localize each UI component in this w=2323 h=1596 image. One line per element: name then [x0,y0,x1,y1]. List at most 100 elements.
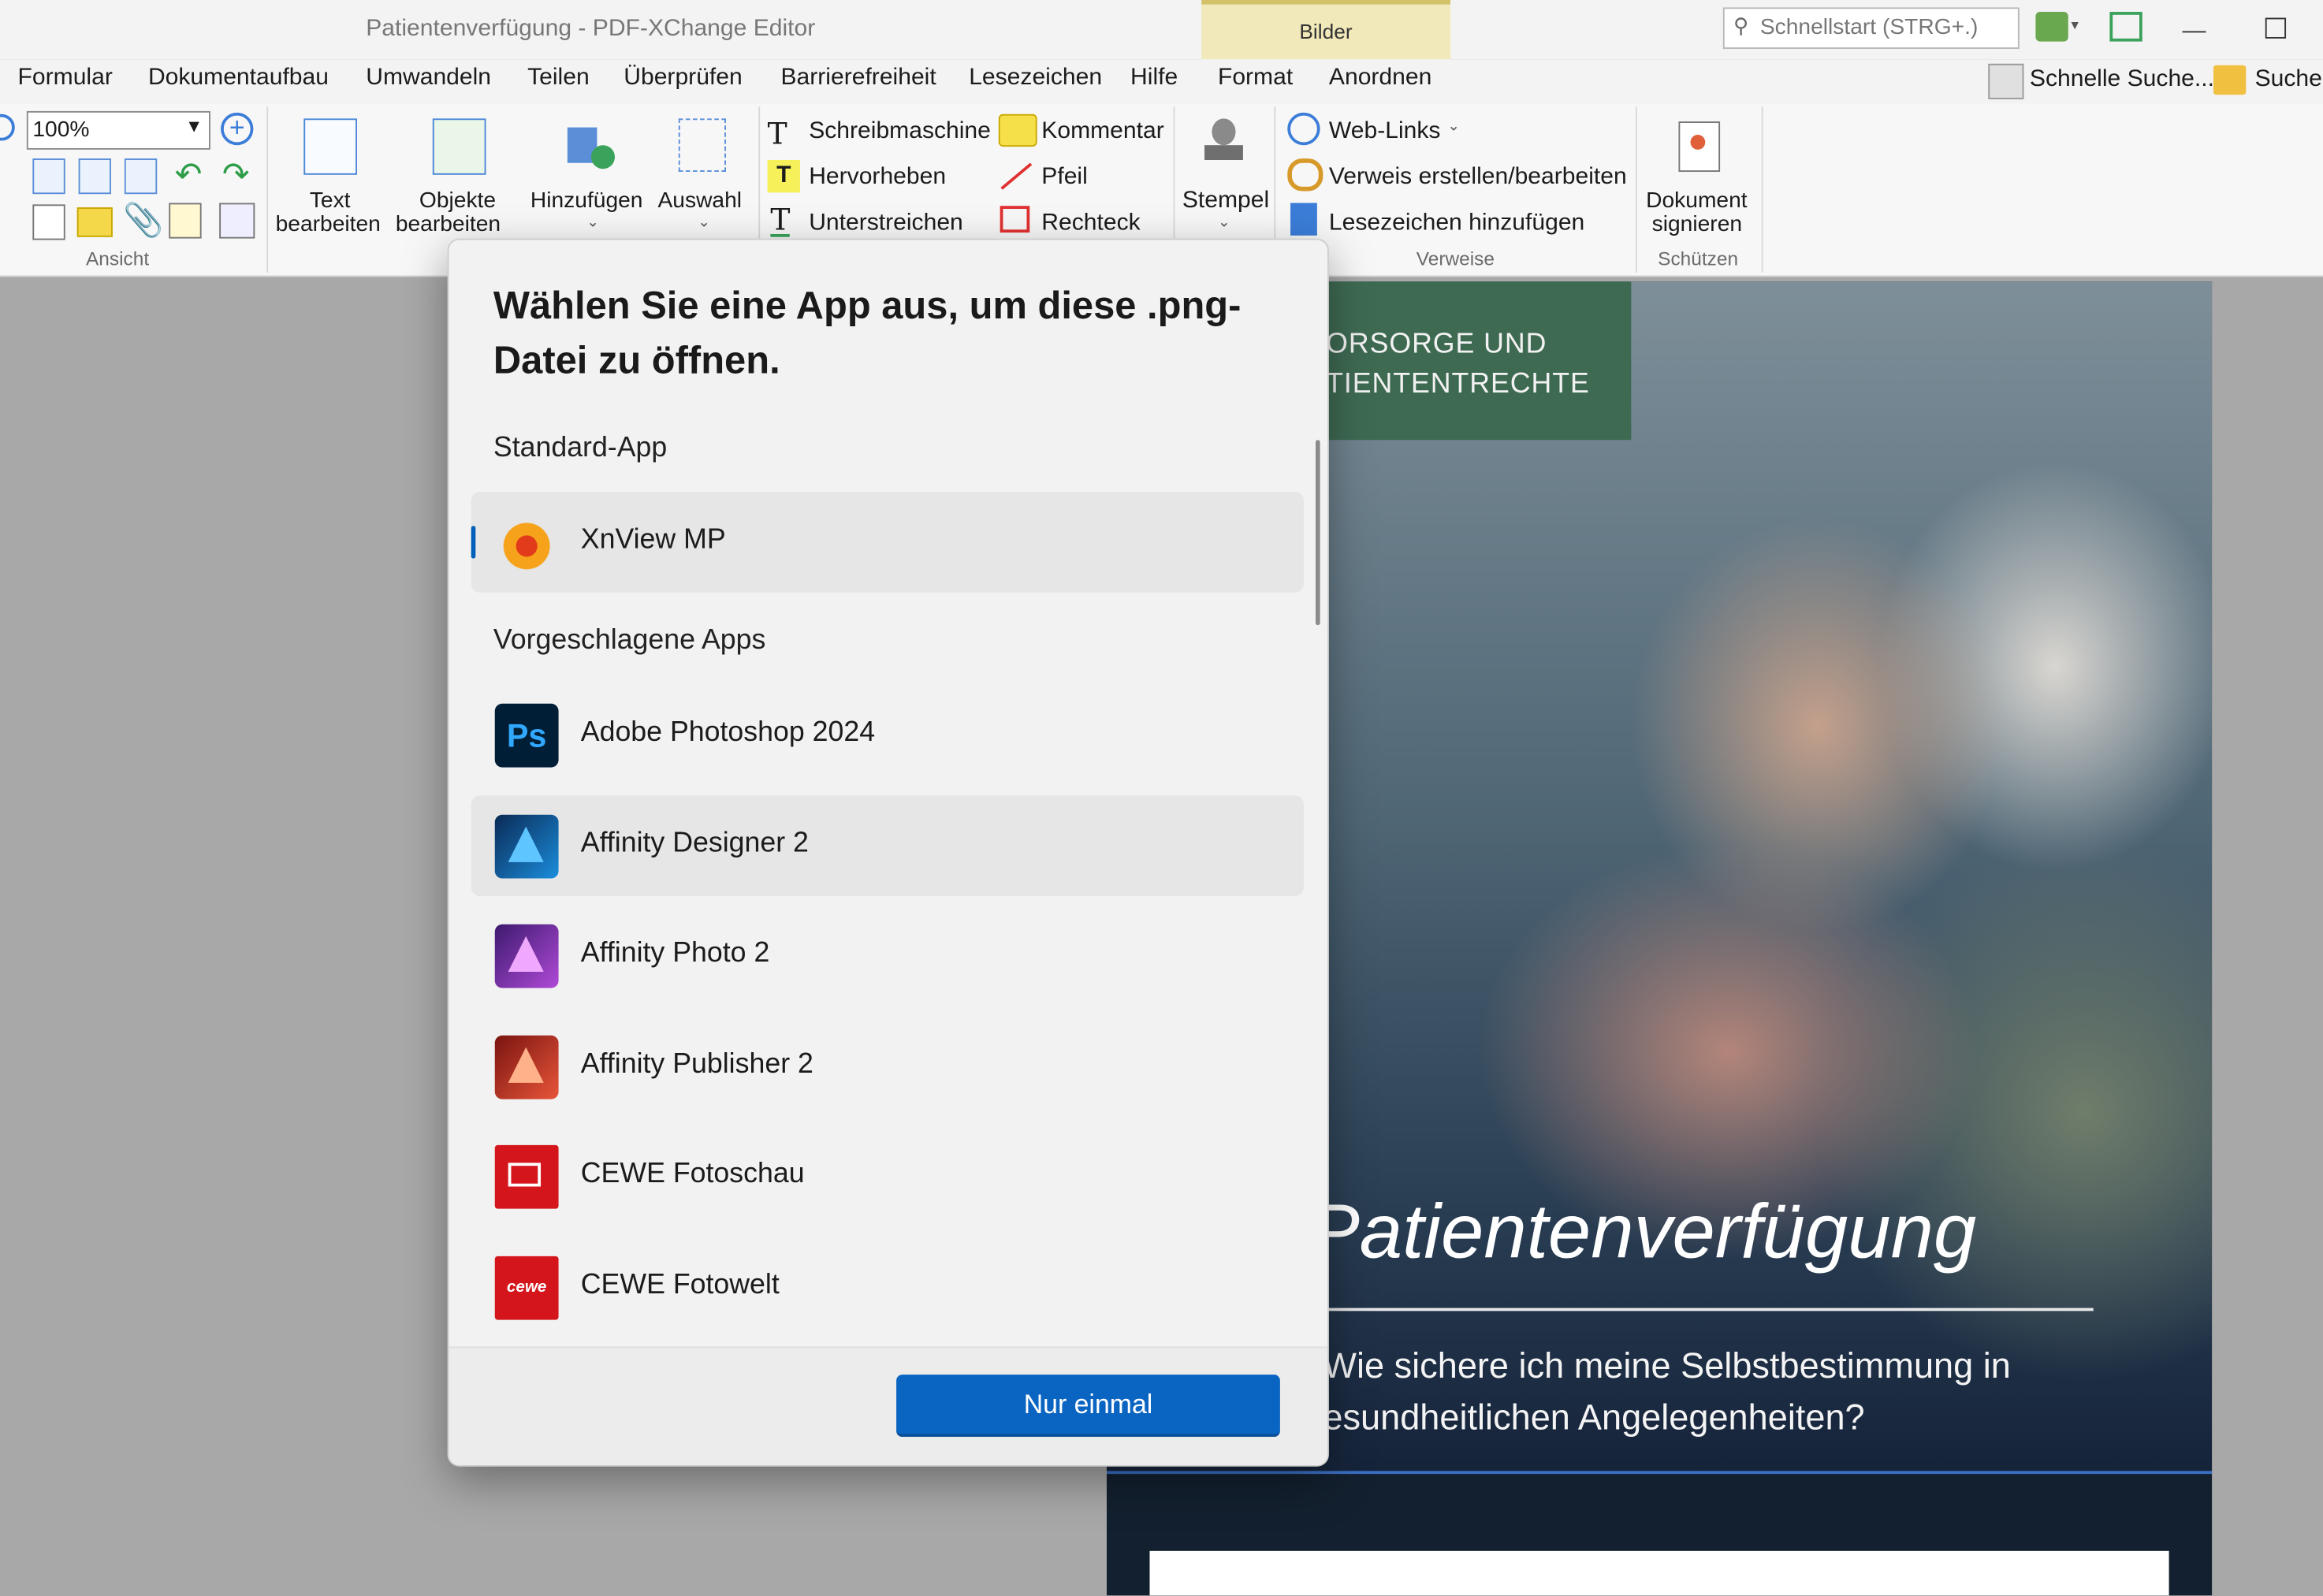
menu-formular[interactable]: Formular [18,65,113,92]
rectangle-icon[interactable] [1000,206,1030,233]
properties-icon[interactable] [219,203,255,239]
rechteck-button[interactable]: Rechteck [1041,210,1140,237]
menu-teilen[interactable]: Teilen [527,65,590,92]
group-label-verweise: Verweise [1416,247,1495,270]
text-bearbeiten-label-1[interactable]: Text [310,188,351,214]
tools-icon[interactable] [2035,12,2068,42]
app-option-affinity-photo[interactable]: Affinity Photo 2 [471,905,1304,1006]
context-tab-label: Bilder [1299,19,1353,43]
text-bearbeiten-label-2[interactable]: bearbeiten [276,212,381,237]
edit-objects-icon[interactable] [432,118,486,175]
document-icon[interactable] [169,203,202,239]
comment-icon[interactable] [998,113,1037,147]
folder-search-icon[interactable] [2213,65,2247,95]
kommentar-button[interactable]: Kommentar [1041,118,1163,145]
menu-format[interactable]: Format [1218,65,1293,92]
quickstart-placeholder: Schnellstart (STRG+.) [1759,14,1979,40]
menu-ueberpruefen[interactable]: Überprüfen [624,65,742,92]
app-option-cewe-fotowelt[interactable]: cewe CEWE Fotowelt [471,1237,1304,1337]
typewriter-icon[interactable]: T [768,116,787,151]
app-option-cewe-fotoschau[interactable]: CEWE Fotoschau [471,1125,1304,1226]
hinzufuegen-button[interactable]: Hinzufügen [530,188,643,214]
fit-visible-icon[interactable] [124,158,158,195]
subtitle-line-1: Wie sichere ich meine Selbstbestimmung i… [1323,1346,2011,1387]
window-title: Patientenverfügung - PDF-XChange Editor [366,16,816,42]
app-option-affinity-designer[interactable]: Affinity Designer 2 [471,795,1304,897]
schreibmaschine-button[interactable]: Schreibmaschine [809,118,991,145]
chevron-down-icon[interactable]: ⌄ [1447,118,1460,135]
bookmark-add-icon[interactable] [1290,203,1317,236]
separator [1761,106,1763,273]
page-selection-border [1106,1471,2213,1475]
cewe-fotoschau-icon [494,1144,559,1209]
menu-barrierefreiheit[interactable]: Barrierefreiheit [780,65,936,92]
menu-dokumentaufbau[interactable]: Dokumentaufbau [148,65,329,92]
minimize-icon[interactable] [2182,31,2206,33]
suggested-apps-heading: Vorgeschlagene Apps [493,625,766,657]
content-card [1149,1550,2169,1596]
menu-lesezeichen[interactable]: Lesezeichen [969,65,1102,92]
objekte-bearbeiten-label-1[interactable]: Objekte [419,188,496,214]
chevron-down-icon[interactable]: ⌄ [698,215,710,232]
fit-page-icon[interactable] [32,158,65,195]
app-name: XnView MP [580,524,726,556]
quick-search-button[interactable]: Schnelle Suche... [2030,67,2214,94]
pages-icon[interactable] [32,204,65,240]
add-image-icon[interactable] [567,118,618,172]
zoom-select[interactable]: 100% ▼ [26,110,210,150]
restore-icon[interactable] [2265,17,2287,39]
quickstart-input[interactable]: ⚲ Schnellstart (STRG+.) [1722,7,2020,50]
document-title: Patientenverfügung [1308,1189,1977,1276]
unterstreichen-button[interactable]: Unterstreichen [809,210,963,237]
search-button[interactable]: Suchen [2255,67,2323,94]
chevron-down-icon: ▼ [184,115,203,136]
title-underline [1323,1308,2094,1311]
menu-anordnen[interactable]: Anordnen [1329,65,1431,92]
stempel-button[interactable]: Stempel [1182,188,1269,215]
pfeil-button[interactable]: Pfeil [1041,165,1087,192]
lesezeichen-hinzufuegen-button[interactable]: Lesezeichen hinzufügen [1329,210,1584,237]
sign-document-icon[interactable] [1678,121,1721,173]
just-once-button[interactable]: Nur einmal [896,1375,1280,1438]
attachment-icon[interactable]: 📎 [123,202,164,240]
photoshop-icon: Ps [494,703,559,768]
menu-umwandeln[interactable]: Umwandeln [366,65,491,92]
comment-icon[interactable] [76,207,113,237]
app-option-affinity-publisher[interactable]: Affinity Publisher 2 [471,1016,1304,1117]
separator [1635,106,1637,273]
globe-icon[interactable] [1287,112,1320,146]
dialog-title: Wählen Sie eine App aus, um diese .png-D… [493,282,1242,382]
header-line-2: TIENTENTRECHTE [1326,368,1590,400]
highlight-icon[interactable]: T [767,159,800,193]
dialog-footer: Nur einmal [449,1346,1328,1465]
search-icon: ⚲ [1733,13,1749,37]
rotate-left-icon[interactable]: ↶ [175,155,203,194]
app-name: Adobe Photoshop 2024 [580,716,876,749]
quick-search-icon[interactable] [1988,63,2024,99]
app-option-photoshop[interactable]: Ps Adobe Photoshop 2024 [471,684,1304,785]
select-icon[interactable] [678,118,726,173]
dokument-signieren-label-2[interactable]: signieren [1652,212,1742,237]
link-icon[interactable] [1287,158,1323,192]
fit-width-icon[interactable] [78,158,111,195]
fullscreen-icon[interactable] [2109,12,2142,42]
cewe-fotowelt-icon: cewe [494,1256,559,1320]
chevron-down-icon[interactable]: ▾ [2072,18,2079,35]
objekte-bearbeiten-label-2[interactable]: bearbeiten [396,212,501,237]
zoom-in-icon[interactable]: + [221,112,254,146]
auswahl-button[interactable]: Auswahl [657,188,742,214]
underline-icon[interactable]: T [770,204,791,237]
dialog-scrollbar[interactable] [1315,440,1320,626]
edit-text-icon[interactable] [303,118,357,175]
stamp-icon[interactable] [1201,118,1245,172]
rotate-right-icon[interactable]: ↷ [222,155,250,194]
chevron-down-icon[interactable]: ⌄ [586,215,599,232]
dokument-signieren-label-1[interactable]: Dokument [1646,188,1748,214]
web-links-button[interactable]: Web-Links [1329,118,1441,145]
menu-hilfe[interactable]: Hilfe [1130,65,1178,92]
hervorheben-button[interactable]: Hervorheben [809,165,946,192]
chevron-down-icon[interactable]: ⌄ [1218,215,1230,232]
group-label-ansicht: Ansicht [86,247,150,270]
verweis-button[interactable]: Verweis erstellen/bearbeiten [1329,165,1627,192]
app-option-xnview[interactable]: XnView MP [471,491,1304,593]
